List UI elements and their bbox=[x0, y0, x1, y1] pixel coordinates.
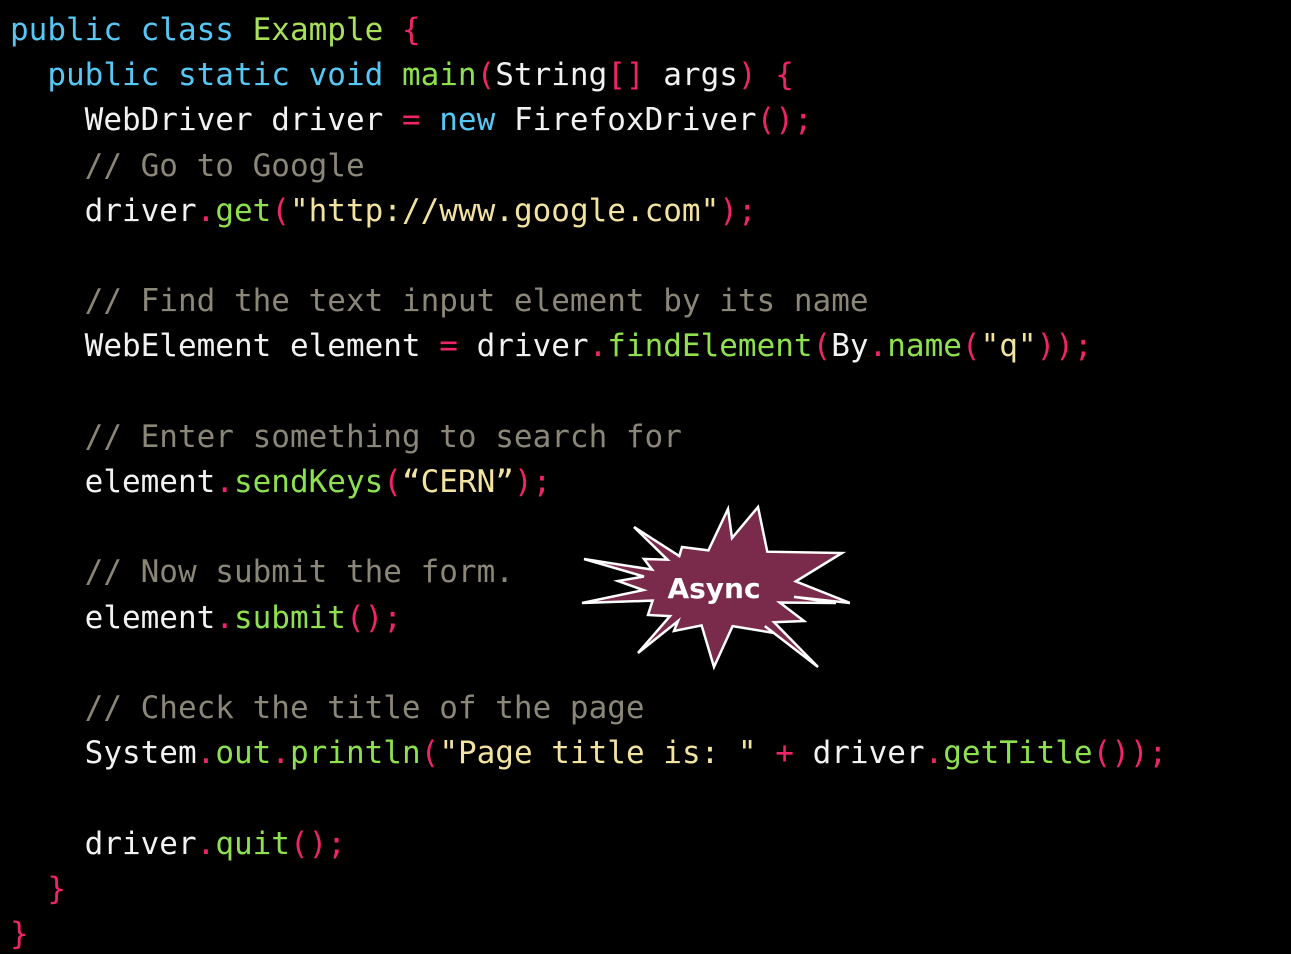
code-line: // Now submit the form. bbox=[10, 552, 514, 592]
code-token: public class bbox=[10, 12, 253, 48]
code-token: ); bbox=[719, 192, 757, 229]
code-line: // Enter something to search for bbox=[10, 417, 682, 457]
code-token: (); bbox=[345, 599, 402, 636]
code-token: ( bbox=[476, 57, 496, 94]
code-token: . bbox=[196, 192, 216, 229]
code-token: driver bbox=[10, 825, 197, 862]
code-token: [] bbox=[607, 57, 645, 94]
code-line: driver.quit(); bbox=[10, 824, 346, 864]
code-token: // Enter something to search for bbox=[10, 418, 682, 455]
code-token: "http://www.google.com" bbox=[289, 192, 720, 229]
code-token: . bbox=[868, 328, 888, 365]
code-token: "Page title is: " bbox=[439, 735, 757, 772]
code-token: WebElement element bbox=[10, 328, 440, 365]
code-token: public static void bbox=[10, 57, 402, 94]
code-token: By bbox=[831, 328, 869, 365]
code-token: (); bbox=[756, 102, 813, 139]
code-line: } bbox=[10, 869, 66, 909]
code-token: WebDriver driver bbox=[10, 102, 402, 139]
code-line: public class Example { bbox=[10, 10, 421, 50]
code-token: // Go to Google bbox=[10, 147, 365, 184]
code-token: println bbox=[289, 735, 421, 772]
code-token: . bbox=[215, 464, 234, 500]
code-line: WebElement element = driver.findElement(… bbox=[10, 326, 1093, 366]
code-token: String bbox=[495, 57, 608, 94]
code-token: args bbox=[644, 57, 738, 94]
code-token: } bbox=[10, 916, 29, 952]
code-token: ); bbox=[513, 464, 552, 500]
code-line: } bbox=[10, 914, 29, 954]
code-token: Example bbox=[252, 12, 384, 48]
code-token: main bbox=[401, 57, 477, 94]
code-token: // Find the text input element by its na… bbox=[10, 283, 869, 320]
code-token: + bbox=[756, 735, 813, 772]
code-token: } bbox=[10, 870, 66, 907]
code-token: . bbox=[588, 328, 608, 365]
code-line: element.sendKeys(“CERN”); bbox=[10, 462, 552, 502]
code-token: driver bbox=[10, 192, 197, 229]
code-token: sendKeys bbox=[233, 464, 384, 500]
code-token: . bbox=[196, 735, 216, 772]
code-token: quit bbox=[215, 825, 290, 862]
code-token: "q" bbox=[980, 328, 1037, 365]
code-token: new bbox=[420, 102, 514, 139]
code-token: ) { bbox=[737, 57, 794, 94]
code-token: = bbox=[401, 102, 421, 139]
code-listing: public class Example { public static voi… bbox=[0, 0, 1291, 952]
code-token: ( bbox=[420, 735, 440, 772]
code-token: element bbox=[10, 599, 216, 636]
code-token: submit bbox=[233, 599, 346, 636]
code-token: . bbox=[215, 599, 234, 636]
code-token: . bbox=[196, 825, 216, 862]
code-token: = bbox=[439, 328, 458, 365]
code-token: get bbox=[215, 192, 272, 229]
code-token: . bbox=[924, 735, 944, 772]
code-token: ( bbox=[383, 464, 402, 500]
code-token: // Check the title of the page bbox=[10, 690, 645, 726]
code-line: // Find the text input element by its na… bbox=[10, 281, 869, 321]
code-token: findElement bbox=[607, 328, 813, 365]
code-token: element bbox=[10, 464, 216, 500]
code-line: // Check the title of the page bbox=[10, 688, 645, 728]
code-line: WebDriver driver = new FirefoxDriver(); bbox=[10, 100, 813, 140]
code-token: driver bbox=[812, 735, 925, 772]
code-token: . bbox=[271, 735, 290, 772]
code-token: driver bbox=[457, 328, 589, 365]
code-token: (); bbox=[289, 825, 346, 862]
code-token: getTitle bbox=[943, 735, 1093, 772]
code-token: “CERN” bbox=[401, 464, 514, 500]
code-token: ( bbox=[812, 328, 832, 365]
code-line: // Go to Google bbox=[10, 146, 365, 186]
code-token: )); bbox=[1036, 328, 1093, 365]
code-token: name bbox=[887, 328, 962, 365]
code-line: driver.get("http://www.google.com"); bbox=[10, 191, 757, 231]
code-token: // Now submit the form. bbox=[10, 554, 514, 591]
code-line: element.submit(); bbox=[10, 598, 402, 638]
code-token: ( bbox=[961, 328, 981, 365]
code-token: System bbox=[10, 735, 197, 772]
code-token: out bbox=[215, 735, 272, 772]
code-line: System.out.println("Page title is: " + d… bbox=[10, 733, 1168, 773]
code-token: ()); bbox=[1092, 735, 1168, 772]
code-token: ( bbox=[271, 192, 290, 229]
code-line: public static void main(String[] args) { bbox=[10, 55, 794, 95]
code-token: FirefoxDriver bbox=[513, 102, 757, 139]
async-callout-label: Async bbox=[667, 571, 761, 605]
code-token: { bbox=[383, 12, 421, 48]
